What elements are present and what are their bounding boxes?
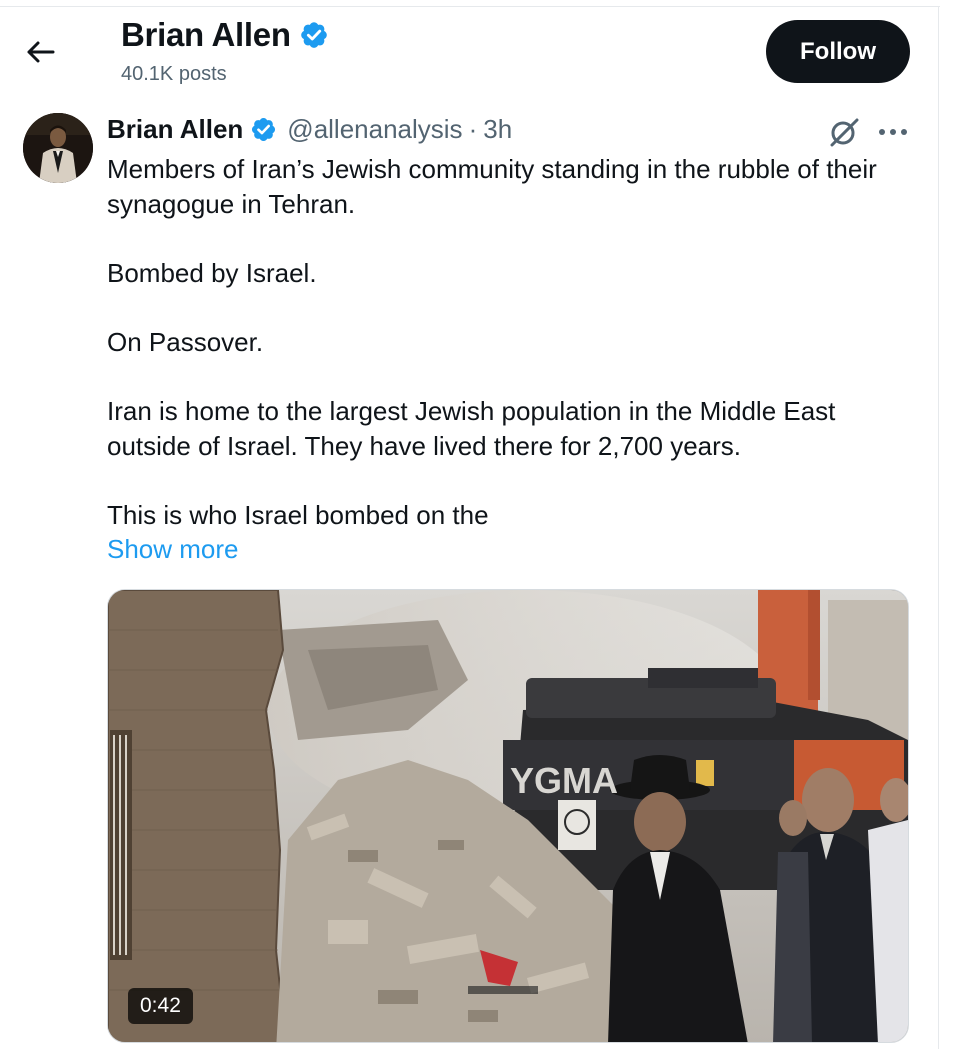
posts-count: 40.1K posts xyxy=(121,63,227,85)
verified-badge-icon xyxy=(300,22,327,48)
video-duration: 0:42 xyxy=(128,988,193,1024)
profile-name: Brian Allen xyxy=(121,16,291,53)
tweet-paragraph: Bombed by Israel. xyxy=(107,257,317,288)
video-player[interactable]: YGMA 0:42 xyxy=(107,589,909,1043)
video-thumbnail: YGMA xyxy=(108,590,908,1042)
author-name[interactable]: Brian Allen xyxy=(107,114,243,145)
follow-button[interactable]: Follow xyxy=(766,20,910,83)
tweet-paragraph: Iran is home to the largest Jewish popul… xyxy=(107,396,836,461)
tweet-paragraph: This is who Israel bombed on the xyxy=(107,499,489,530)
grok-icon[interactable] xyxy=(826,114,862,150)
show-more-link[interactable]: Show more xyxy=(107,534,239,565)
tweet-paragraph: Members of Iran’s Jewish community stand… xyxy=(107,154,877,219)
arrow-left-icon xyxy=(27,41,55,63)
tweet-text: Members of Iran’s Jewish community stand… xyxy=(107,152,897,533)
more-icon[interactable] xyxy=(876,120,910,144)
author-handle[interactable]: @allenanalysis xyxy=(287,114,462,145)
separator-dot: · xyxy=(468,114,478,144)
excavator-brand-text: YGMA xyxy=(510,760,618,801)
tweet-paragraph: On Passover. xyxy=(107,326,264,357)
verified-badge-icon xyxy=(252,117,276,142)
back-button[interactable] xyxy=(22,36,58,68)
post-page: Brian Allen 40.1K posts Follow Brian All… xyxy=(0,0,960,1049)
right-divider xyxy=(938,6,939,1049)
avatar-image xyxy=(23,113,93,183)
tweet-header: Brian Allen @allenanalysis · 3h xyxy=(107,114,512,145)
top-divider xyxy=(0,6,940,7)
avatar[interactable] xyxy=(23,113,93,183)
timestamp[interactable]: 3h xyxy=(483,114,512,145)
profile-header: Brian Allen xyxy=(121,16,329,54)
